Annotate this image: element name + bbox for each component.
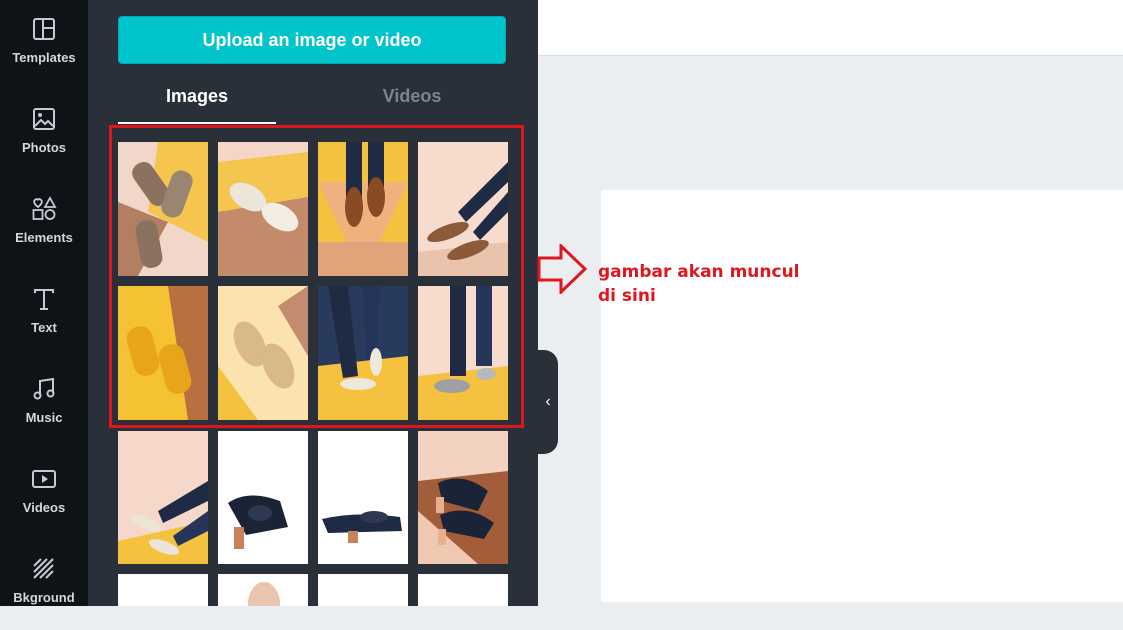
uploaded-image-thumbnail[interactable] <box>118 574 208 606</box>
design-canvas[interactable] <box>601 190 1123 602</box>
chevron-left-icon: ‹ <box>545 393 551 410</box>
uploads-panel: Upload an image or video Images Videos <box>88 0 538 606</box>
uploaded-image-thumbnail[interactable] <box>318 286 408 420</box>
sidebar-item-text[interactable]: Text <box>0 270 88 360</box>
uploaded-image-thumbnail[interactable] <box>218 574 308 606</box>
arrow-right-icon <box>537 244 588 294</box>
templates-icon <box>33 18 55 40</box>
uploaded-image-thumbnail[interactable] <box>118 142 208 276</box>
videos-icon <box>32 470 56 488</box>
background-icon <box>33 558 54 579</box>
photos-icon <box>33 108 55 130</box>
sidebar-item-label: Elements <box>15 230 73 245</box>
sidebar-item-photos[interactable]: Photos <box>0 90 88 180</box>
uploaded-image-thumbnail[interactable] <box>418 142 508 276</box>
sidebar-item-music[interactable]: Music <box>0 360 88 450</box>
text-icon <box>34 289 54 310</box>
uploaded-image-thumbnail[interactable] <box>418 574 508 606</box>
uploaded-image-thumbnail[interactable] <box>218 142 308 276</box>
editor-top-bar <box>538 0 1123 56</box>
uploaded-image-thumbnail[interactable] <box>118 431 208 564</box>
sidebar-item-label: Templates <box>12 50 76 65</box>
annotation-text: gambar akan muncul di sini <box>598 262 800 306</box>
music-icon <box>33 377 55 400</box>
sidebar-item-videos[interactable]: Videos <box>0 450 88 540</box>
upload-button[interactable]: Upload an image or video <box>118 16 506 64</box>
sidebar-item-label: Text <box>31 320 57 335</box>
uploaded-image-thumbnail[interactable] <box>318 431 408 564</box>
sidebar-item-background[interactable]: Bkground <box>0 540 88 630</box>
elements-icon <box>32 196 57 220</box>
sidebar-item-elements[interactable]: Elements <box>0 180 88 270</box>
sidebar-item-label: Music <box>25 410 63 425</box>
uploaded-image-thumbnail[interactable] <box>418 431 508 564</box>
left-rail: Templates Photos Elements Text Music Vid… <box>0 0 88 606</box>
sidebar-item-label: Photos <box>21 140 67 155</box>
sidebar-item-label: Bkground <box>13 590 75 605</box>
collapse-panel-button[interactable]: ‹ <box>538 350 558 454</box>
sidebar-item-label: Videos <box>22 500 66 515</box>
uploaded-image-thumbnail[interactable] <box>218 286 308 420</box>
uploaded-image-thumbnail[interactable] <box>118 286 208 420</box>
uploaded-image-thumbnail[interactable] <box>318 142 408 276</box>
uploaded-image-thumbnail[interactable] <box>318 574 408 606</box>
sidebar-item-templates[interactable]: Templates <box>0 0 88 90</box>
tab-images[interactable]: Images <box>118 84 276 124</box>
uploaded-image-thumbnail[interactable] <box>218 431 308 564</box>
uploaded-image-thumbnail[interactable] <box>418 286 508 420</box>
tab-videos[interactable]: Videos <box>333 84 491 122</box>
